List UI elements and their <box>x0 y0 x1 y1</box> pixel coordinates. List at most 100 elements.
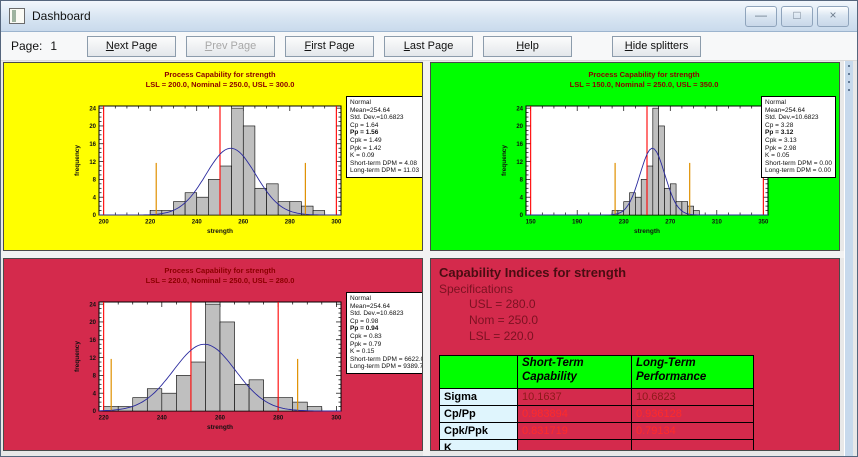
svg-text:20: 20 <box>516 124 523 130</box>
value-cell: 0.983894 <box>518 406 632 423</box>
process-capability-panel-top-left: Process Capability for strength LSL = 20… <box>3 62 423 251</box>
splitter-grip[interactable] <box>844 61 853 456</box>
legend-line: Long-term DPM = 9389.7 <box>350 363 423 371</box>
hide-splitters-button[interactable]: Hide splitters <box>612 36 701 57</box>
row-label: Cpk/Ppk <box>440 423 518 440</box>
spec-usl: USL = 280.0 <box>469 296 839 312</box>
legend-line: K = 0.09 <box>350 152 419 160</box>
svg-text:4: 4 <box>520 195 524 201</box>
legend-line: Ppk = 0.79 <box>350 341 423 349</box>
table-row: Sigma10.163710.6823 <box>440 389 754 406</box>
next-page-button[interactable]: Next Page <box>87 36 176 57</box>
chart-subtitle: LSL = 220.0, Nominal = 250.0, USL = 280.… <box>146 276 295 285</box>
svg-text:frequency: frequency <box>74 145 81 176</box>
svg-text:300: 300 <box>331 220 342 226</box>
svg-text:20: 20 <box>89 124 96 130</box>
chart-legend: NormalMean=254.64Std. Dev.=10.6823Cp = 3… <box>761 96 836 178</box>
svg-text:16: 16 <box>89 338 96 344</box>
header-short-term: Short-Term Capability <box>518 356 632 389</box>
header-empty-cell <box>440 356 518 389</box>
svg-text:230: 230 <box>619 220 630 226</box>
prev-page-button[interactable]: Prev Page <box>186 36 275 57</box>
svg-text:150: 150 <box>526 220 537 226</box>
legend-line: Short-term DPM = 6622.0 <box>350 356 423 364</box>
legend-line: Std. Dev.=10.6823 <box>765 114 832 122</box>
svg-text:300: 300 <box>331 416 342 422</box>
svg-text:12: 12 <box>89 160 96 166</box>
spec-lsl: LSL = 220.0 <box>469 328 839 344</box>
specifications-label: Specifications <box>439 282 839 296</box>
chart-subtitle: LSL = 150.0, Nominal = 250.0, USL = 350.… <box>570 80 719 89</box>
svg-text:0: 0 <box>93 409 97 415</box>
page-label: Page: <box>11 39 42 53</box>
legend-line: Ppk = 1.42 <box>350 145 419 153</box>
first-page-button[interactable]: First Page <box>285 36 374 57</box>
dashboard-window: Dashboard — □ × Page: 1 Next Page Prev P… <box>0 0 858 457</box>
chart-title: Process Capability for strength <box>164 70 276 79</box>
svg-text:strength: strength <box>207 228 233 235</box>
svg-text:strength: strength <box>207 424 233 431</box>
svg-text:frequency: frequency <box>74 341 81 372</box>
legend-line: Normal <box>765 99 832 107</box>
row-label: K <box>440 440 518 452</box>
legend-line: Cp = 0.98 <box>350 318 423 326</box>
spec-nom: Nom = 250.0 <box>469 312 839 328</box>
help-button[interactable]: Help <box>483 36 572 57</box>
legend-line: Short-term DPM = 0.00 <box>765 160 832 168</box>
legend-line: Mean=254.64 <box>350 107 419 115</box>
legend-line: Pp = 0.94 <box>350 325 423 333</box>
svg-text:0: 0 <box>520 213 524 219</box>
value-cell: 0.831719 <box>518 423 632 440</box>
svg-text:220: 220 <box>99 416 110 422</box>
row-label: Cp/Pp <box>440 406 518 423</box>
legend-line: Long-term DPM = 0.00 <box>765 167 832 175</box>
value-cell <box>518 440 632 452</box>
legend-line: Normal <box>350 99 419 107</box>
svg-text:16: 16 <box>516 142 523 148</box>
capability-indices-title: Capability Indices for strength <box>439 265 839 280</box>
svg-text:240: 240 <box>192 220 203 226</box>
legend-line: Cpk = 1.49 <box>350 137 419 145</box>
chart-subtitle: LSL = 200.0, Nominal = 250.0, USL = 300.… <box>146 80 295 89</box>
legend-line: Std. Dev.=10.6823 <box>350 114 419 122</box>
svg-text:310: 310 <box>712 220 723 226</box>
last-page-button[interactable]: Last Page <box>384 36 473 57</box>
toolbar: Page: 1 Next Page Prev Page First Page L… <box>1 32 857 61</box>
svg-text:4: 4 <box>93 391 97 397</box>
client-area: Process Capability for strength LSL = 20… <box>1 61 857 456</box>
chart-title: Process Capability for strength <box>588 70 700 79</box>
chart-legend: NormalMean=254.64Std. Dev.=10.6823Cp = 0… <box>346 292 423 374</box>
svg-text:260: 260 <box>215 416 226 422</box>
close-button[interactable]: × <box>817 6 849 27</box>
legend-line: Short-term DPM = 4.08 <box>350 160 419 168</box>
legend-line: Long-term DPM = 11.03 <box>350 167 419 175</box>
value-cell <box>632 440 754 452</box>
chart-title: Process Capability for strength <box>164 266 276 275</box>
svg-text:220: 220 <box>145 220 156 226</box>
legend-line: Ppk = 2.98 <box>765 145 832 153</box>
restore-button[interactable]: □ <box>781 6 813 27</box>
svg-text:0: 0 <box>93 213 97 219</box>
window-title: Dashboard <box>32 9 91 23</box>
legend-line: Mean=254.64 <box>765 107 832 115</box>
table-row: Cpk/Ppk0.8317190.79134 <box>440 423 754 440</box>
vertical-splitter[interactable] <box>423 61 430 456</box>
legend-line: Cpk = 0.83 <box>350 333 423 341</box>
svg-text:frequency: frequency <box>501 145 508 176</box>
legend-line: Std. Dev.=10.6823 <box>350 310 423 318</box>
legend-line: K = 0.15 <box>350 348 423 356</box>
svg-text:12: 12 <box>516 160 523 166</box>
value-cell: 0.79134 <box>632 423 754 440</box>
legend-line: Cp = 3.28 <box>765 122 832 130</box>
svg-text:strength: strength <box>634 228 660 235</box>
value-cell: 0.936128 <box>632 406 754 423</box>
svg-text:190: 190 <box>572 220 583 226</box>
legend-line: Cp = 1.64 <box>350 122 419 130</box>
svg-text:350: 350 <box>758 220 769 226</box>
svg-text:16: 16 <box>89 142 96 148</box>
horizontal-splitter[interactable] <box>1 251 844 258</box>
legend-line: Pp = 1.56 <box>350 129 419 137</box>
svg-text:260: 260 <box>238 220 249 226</box>
minimize-button[interactable]: — <box>745 6 777 27</box>
svg-text:4: 4 <box>93 195 97 201</box>
